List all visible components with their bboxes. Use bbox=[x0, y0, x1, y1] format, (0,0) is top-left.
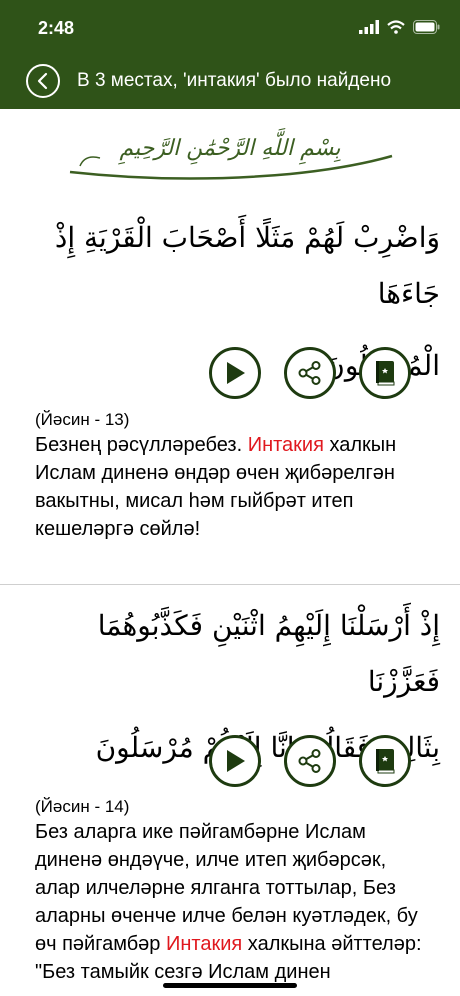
bismillah-text: بِسْمِ اللَّهِ الرَّحْمَٰنِ الرَّحِيمِ bbox=[119, 136, 341, 161]
play-icon bbox=[227, 362, 245, 384]
back-chevron-icon bbox=[37, 72, 48, 90]
share-icon bbox=[298, 361, 321, 385]
share-button[interactable] bbox=[284, 347, 336, 399]
play-button[interactable] bbox=[209, 735, 261, 787]
verse-divider bbox=[0, 584, 460, 585]
signal-icon bbox=[359, 20, 379, 34]
arabic-verse-1-line-1: وَاضْرِبْ لَهُمْ مَثَلًا أَصْحَابَ الْقَ… bbox=[54, 221, 440, 310]
verse-2-reference: (Йәсин - 14) bbox=[35, 797, 130, 816]
arabic-verse-2-line-1: إِذْ أَرْسَلْنَا إِلَيْهِمُ اثْنَيْنِ فَ… bbox=[97, 609, 440, 698]
battery-icon bbox=[413, 20, 440, 34]
share-button[interactable] bbox=[284, 735, 336, 787]
page-title: В 3 местах, 'интакия' было найдено bbox=[77, 70, 392, 91]
verse-1-reference: (Йәсин - 13) bbox=[35, 410, 130, 429]
back-button[interactable] bbox=[26, 64, 60, 98]
share-icon bbox=[298, 749, 321, 773]
verse-2-highlight: Интакия bbox=[166, 933, 243, 955]
wifi-icon bbox=[387, 20, 405, 34]
verse-1-highlight: Интакия bbox=[247, 434, 324, 456]
verse-2-translation: Без аларга ике пәйгамбәрне Ислам диненә … bbox=[35, 818, 430, 986]
verse-1-actions bbox=[209, 347, 411, 399]
verse-2-actions bbox=[209, 735, 411, 787]
status-bar: 2:48 bbox=[0, 0, 460, 55]
status-time: 2:48 bbox=[38, 18, 75, 38]
quran-book-icon bbox=[376, 749, 395, 774]
nav-bar: В 3 местах, 'интакия' было найдено bbox=[0, 55, 460, 109]
quran-button[interactable] bbox=[359, 735, 411, 787]
play-icon bbox=[227, 750, 245, 772]
bismillah-calligraphy: بِسْمِ اللَّهِ الرَّحْمَٰنِ الرَّحِيمِ bbox=[60, 136, 400, 188]
home-indicator[interactable] bbox=[163, 983, 297, 988]
status-icons bbox=[359, 20, 440, 34]
play-button[interactable] bbox=[209, 347, 261, 399]
quran-book-icon bbox=[376, 361, 395, 386]
verse-1-translation: Безнең рәсүлләребез. Интакия халкын Исла… bbox=[35, 431, 430, 543]
quran-button[interactable] bbox=[359, 347, 411, 399]
verse-1-text-before: Безнең рәсүлләребез. bbox=[35, 434, 248, 456]
